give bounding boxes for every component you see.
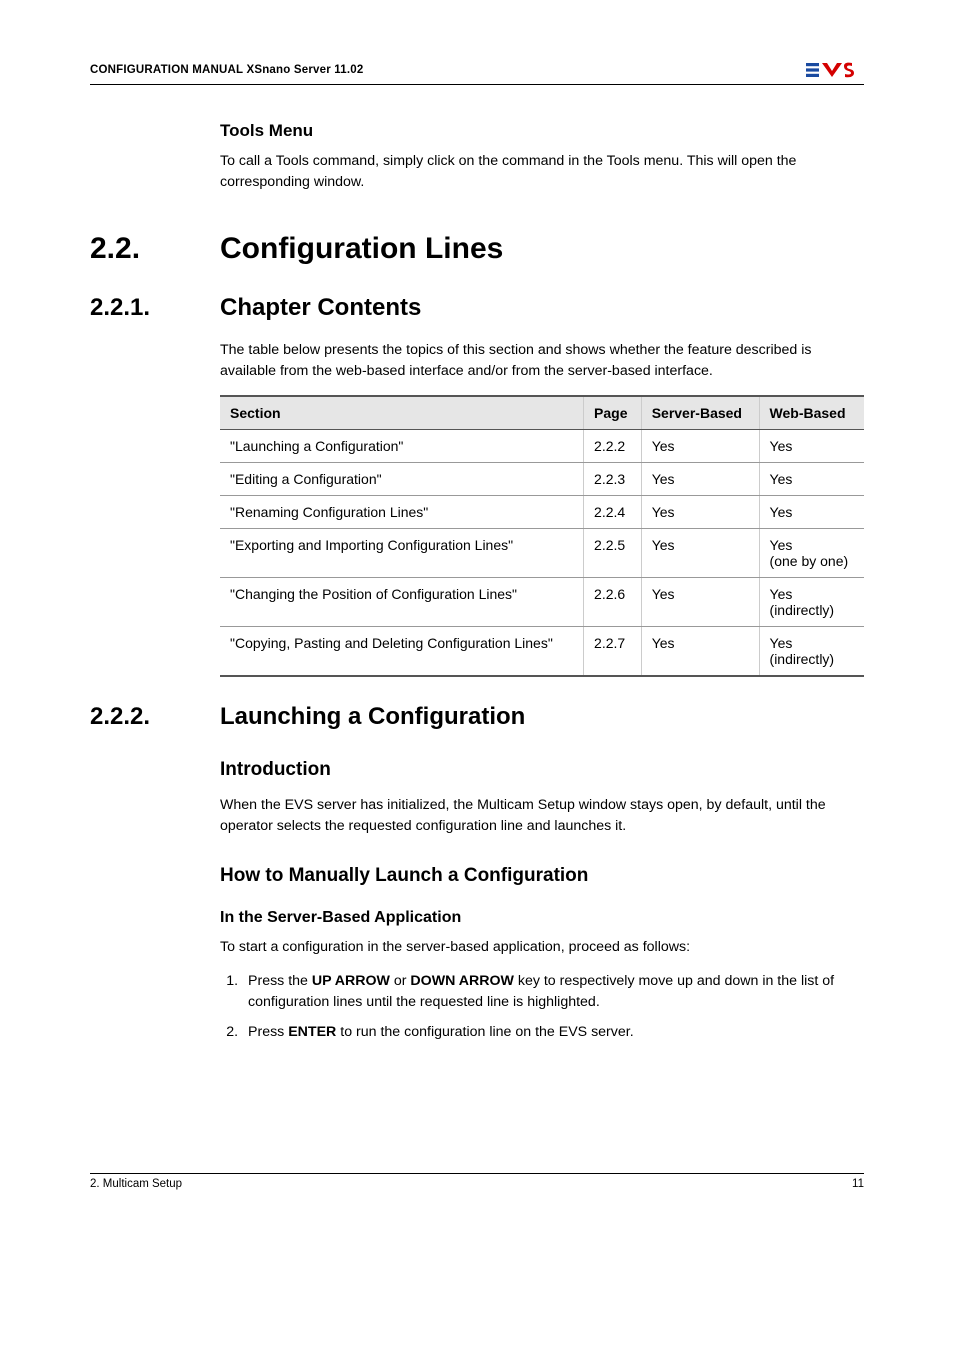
col-page: Page	[584, 396, 642, 430]
introduction-body: When the EVS server has initialized, the…	[220, 795, 864, 836]
section-2-2-1-title: Chapter Contents	[220, 294, 421, 322]
table-row: "Renaming Configuration Lines" 2.2.4 Yes…	[220, 496, 864, 529]
introduction-heading: Introduction	[220, 759, 864, 781]
section-2-2-1-intro: The table below presents the topics of t…	[220, 340, 864, 381]
evs-logo-icon	[806, 60, 864, 80]
section-2-2-2-title: Launching a Configuration	[220, 703, 525, 731]
page-header: CONFIGURATION MANUAL XSnano Server 11.02	[90, 60, 864, 85]
table-header-row: Section Page Server-Based Web-Based	[220, 396, 864, 430]
section-2-2-1-heading: 2.2.1. Chapter Contents	[90, 294, 864, 322]
server-based-intro: To start a configuration in the server-b…	[220, 937, 864, 958]
section-2-2-title: Configuration Lines	[220, 232, 503, 266]
page-footer: 2. Multicam Setup 11	[90, 1173, 864, 1190]
section-2-2-number: 2.2.	[90, 232, 220, 266]
footer-chapter: 2. Multicam Setup	[90, 1178, 182, 1190]
table-row: "Launching a Configuration" 2.2.2 Yes Ye…	[220, 430, 864, 463]
section-2-2-heading: 2.2. Configuration Lines	[90, 232, 864, 266]
table-row: "Editing a Configuration" 2.2.3 Yes Yes	[220, 463, 864, 496]
step-1: Press the UP ARROW or DOWN ARROW key to …	[242, 971, 864, 1014]
footer-page-number: 11	[852, 1178, 864, 1190]
tools-menu-heading: Tools Menu	[220, 121, 864, 141]
steps-list: Press the UP ARROW or DOWN ARROW key to …	[220, 971, 864, 1043]
server-based-app-heading: In the Server-Based Application	[220, 909, 864, 927]
table-row: "Exporting and Importing Configuration L…	[220, 529, 864, 578]
header-title: CONFIGURATION MANUAL XSnano Server 11.02	[90, 64, 363, 76]
section-2-2-2-heading: 2.2.2. Launching a Configuration	[90, 703, 864, 731]
col-section: Section	[220, 396, 584, 430]
col-server-based: Server-Based	[641, 396, 759, 430]
chapter-contents-table: Section Page Server-Based Web-Based "Lau…	[220, 395, 864, 677]
howto-heading: How to Manually Launch a Configuration	[220, 865, 864, 887]
section-2-2-1-number: 2.2.1.	[90, 294, 220, 322]
table-row: "Changing the Position of Configuration …	[220, 578, 864, 627]
step-2: Press ENTER to run the configuration lin…	[242, 1022, 864, 1043]
tools-menu-body: To call a Tools command, simply click on…	[220, 151, 864, 192]
section-2-2-2-number: 2.2.2.	[90, 703, 220, 731]
table-row: "Copying, Pasting and Deleting Configura…	[220, 627, 864, 677]
col-web-based: Web-Based	[759, 396, 864, 430]
